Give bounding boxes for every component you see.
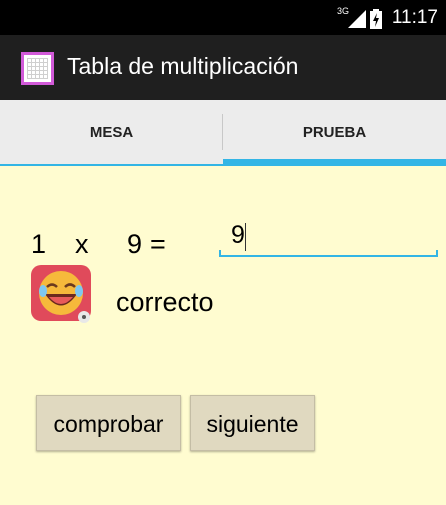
tab-selected-indicator <box>223 159 446 166</box>
status-bar: 3G 11:17 <box>0 0 446 35</box>
times-sign: x <box>75 229 89 259</box>
check-button[interactable]: comprobar <box>36 395 181 451</box>
tab-bar: MESA PRUEBA <box>0 100 446 166</box>
answer-value: 9 <box>231 221 245 249</box>
grid-app-icon[interactable] <box>21 52 54 85</box>
tab-prueba[interactable]: PRUEBA <box>223 100 446 166</box>
quiz-panel: 1 x 9 = 9 correcto comprobar siguiente <box>0 166 446 505</box>
text-caret <box>245 223 246 251</box>
signal-icon <box>348 10 366 28</box>
battery-charging-icon <box>370 9 382 29</box>
feedback-text: correcto <box>116 287 214 317</box>
operand-a: 1 <box>31 229 47 259</box>
equals-sign: = <box>150 229 166 259</box>
next-button[interactable]: siguiente <box>190 395 315 451</box>
laughing-face-icon <box>31 265 91 323</box>
app-title: Tabla de multiplicación <box>67 53 299 79</box>
tab-mesa[interactable]: MESA <box>0 100 223 166</box>
answer-input[interactable]: 9 <box>219 219 438 257</box>
action-bar: Tabla de multiplicación <box>0 35 446 100</box>
status-time: 11:17 <box>391 7 438 28</box>
operand-b: 9 <box>127 229 143 259</box>
